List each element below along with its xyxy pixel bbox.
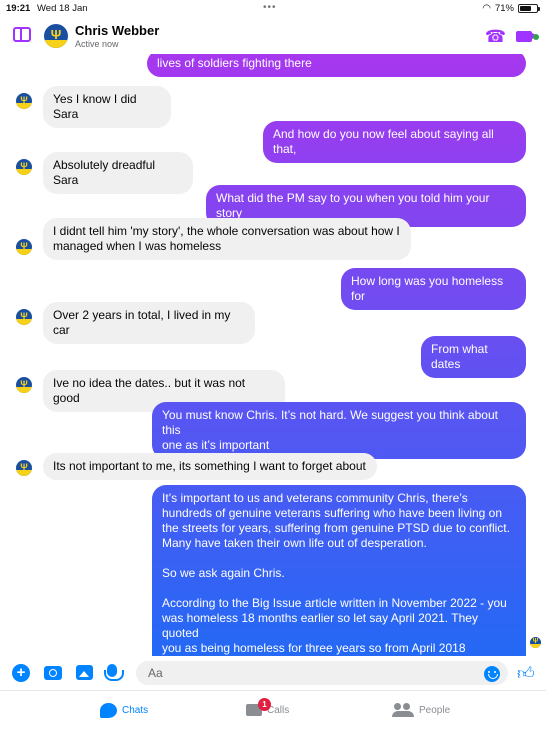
status-time: 19:21	[6, 3, 31, 14]
incoming-message[interactable]: Absolutely dreadful Sara	[43, 152, 193, 194]
video-call-icon[interactable]	[516, 31, 538, 42]
incoming-message[interactable]: Its not important to me, its something I…	[43, 453, 377, 480]
gallery-icon[interactable]	[76, 665, 93, 680]
tab-people[interactable]: People	[392, 699, 450, 721]
status-bar: 19:21 Wed 18 Jan ••• ◠ 71%	[0, 0, 546, 18]
plus-icon[interactable]: +	[12, 664, 30, 682]
outgoing-message[interactable]: And how do you now feel about saying all…	[263, 121, 526, 163]
battery-icon	[518, 4, 540, 13]
outgoing-message[interactable]: From what dates	[421, 336, 526, 378]
status-indicators: ◠ 71%	[482, 3, 540, 14]
tab-chats-label: Chats	[122, 704, 149, 716]
outgoing-message[interactable]: lives of soldiers fighting there	[147, 54, 526, 77]
incoming-message[interactable]: I didnt tell him 'my story', the whole c…	[43, 218, 411, 260]
emoji-icon[interactable]	[484, 666, 500, 682]
sender-avatar[interactable]: Ψ	[16, 239, 32, 255]
contact-avatar[interactable]: Ψ	[44, 24, 68, 48]
chat-header: Ψ Chris Webber Active now ☎	[0, 18, 546, 54]
tab-people-label: People	[419, 704, 451, 716]
people-icon	[392, 703, 414, 717]
contact-name[interactable]: Chris Webber	[75, 23, 159, 38]
online-indicator	[533, 34, 539, 40]
chat-bubble-icon	[100, 702, 117, 718]
battery-percent: 71%	[494, 3, 514, 14]
message-list[interactable]: lives of soldiers fighting there Ψ Yes I k…	[0, 54, 546, 656]
thumbs-up-icon[interactable]: 👍︎	[517, 663, 535, 684]
outgoing-message[interactable]: You must know Chris. It’s not hard. We s…	[152, 402, 526, 459]
sender-avatar[interactable]: Ψ	[16, 309, 32, 325]
incoming-message[interactable]: Yes I know I did Sara	[43, 86, 171, 128]
camera-icon[interactable]	[44, 666, 62, 680]
outgoing-message[interactable]: How long was you homeless for	[341, 268, 526, 310]
sender-avatar[interactable]: Ψ	[16, 377, 32, 393]
incoming-message[interactable]: Over 2 years in total, I lived in my car	[43, 302, 255, 344]
tab-chats[interactable]: Chats	[100, 699, 148, 721]
tab-calls[interactable]: 1 Calls	[246, 698, 289, 721]
phone-call-icon[interactable]: ☎	[485, 27, 506, 47]
status-date: Wed 18 Jan	[37, 3, 88, 14]
sender-avatar[interactable]: Ψ	[16, 159, 32, 175]
calls-badge: 1	[258, 698, 271, 711]
sender-avatar[interactable]: Ψ	[16, 460, 32, 476]
calls-video-icon: 1	[246, 698, 271, 716]
microphone-icon[interactable]	[104, 664, 124, 681]
read-receipt-avatar: Ψ	[530, 637, 541, 648]
multitasking-dots-icon[interactable]: •••	[263, 2, 277, 13]
contact-status: Active now	[75, 39, 119, 49]
bottom-tab-bar: Chats 1 Calls People	[0, 690, 546, 732]
sender-avatar[interactable]: Ψ	[16, 93, 32, 109]
message-input[interactable]	[136, 661, 508, 685]
message-composer: + 👍︎	[0, 656, 546, 690]
sidebar-toggle-icon[interactable]	[13, 27, 31, 42]
wifi-icon: ◠	[482, 3, 491, 14]
outgoing-message[interactable]: It’s important to us and veterans commun…	[152, 485, 526, 656]
